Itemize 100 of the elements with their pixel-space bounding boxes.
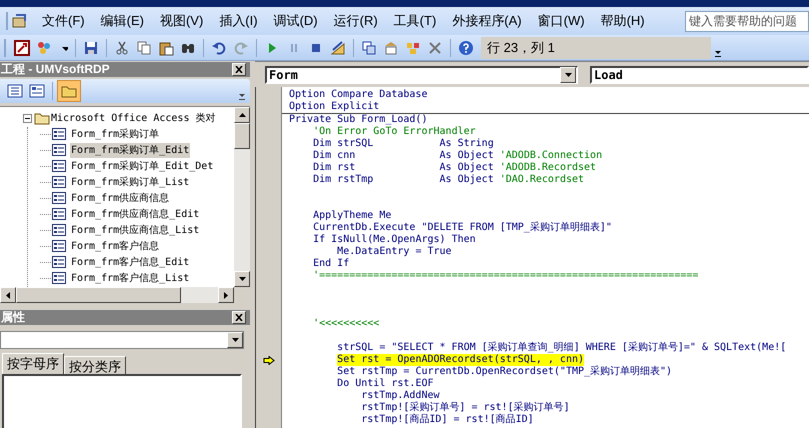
form-icon bbox=[52, 160, 66, 172]
code-line: '<<<<<<<<<< bbox=[313, 318, 380, 330]
code-line: Option Compare Database bbox=[289, 89, 428, 101]
arrow-icon bbox=[238, 113, 246, 117]
scroll-thumb[interactable] bbox=[234, 123, 250, 149]
close-button[interactable] bbox=[232, 311, 246, 324]
code-line: Dim rst As Object 'ADODB.Recordset bbox=[313, 162, 596, 174]
menu-item[interactable]: 视图(V) bbox=[152, 11, 212, 31]
scroll-arrow-button[interactable] bbox=[0, 287, 16, 303]
code-line: Dim rstTmp As Object 'DAO.Recordset bbox=[313, 174, 584, 186]
panel-title: 工程 - UMVsoftRDP bbox=[0, 62, 110, 77]
arrow-icon bbox=[232, 338, 238, 342]
menu-item[interactable]: 外接程序(A) bbox=[444, 11, 530, 31]
menu-item[interactable]: 编辑(E) bbox=[92, 11, 152, 31]
scroll-thumb[interactable] bbox=[16, 287, 181, 303]
cursor-position-text: 行 23，列 1 bbox=[487, 38, 555, 56]
scroll-arrow-button[interactable] bbox=[227, 332, 243, 348]
form-icon bbox=[52, 192, 66, 204]
undo-icon[interactable] bbox=[211, 40, 227, 56]
form-icon bbox=[52, 144, 66, 156]
folder-icon bbox=[34, 112, 50, 124]
tree-item[interactable]: Form_frm供应商信息_Edit bbox=[70, 206, 200, 222]
code-line: Me.DataEntry = True bbox=[337, 246, 452, 258]
code-line: 'On Error GoTo ErrorHandler bbox=[313, 126, 476, 138]
form-icon bbox=[52, 128, 66, 140]
view-object-icon[interactable] bbox=[29, 84, 45, 98]
properties-tab[interactable]: 按分类序 bbox=[64, 356, 126, 374]
help-search-field[interactable]: 键入需要帮助的问题 bbox=[685, 10, 809, 32]
menu-item[interactable]: 工具(T) bbox=[386, 11, 444, 31]
tree-item[interactable]: Form_frm供应商信息 bbox=[70, 190, 170, 206]
tree-item[interactable]: Form_frm采购订单_Edit bbox=[70, 142, 190, 158]
menu-item[interactable]: 文件(F) bbox=[34, 11, 93, 31]
tree-item[interactable]: Form_frm采购订单 bbox=[70, 126, 160, 142]
app-icon[interactable] bbox=[12, 13, 28, 29]
toolbar-options-icon[interactable] bbox=[238, 91, 246, 101]
code-line: Option Explicit bbox=[289, 101, 380, 113]
code-line: End If bbox=[313, 258, 350, 270]
collapse-icon[interactable] bbox=[23, 114, 32, 122]
code-line: ApplyTheme Me bbox=[313, 210, 392, 222]
grip-icon bbox=[6, 12, 9, 30]
menu-item[interactable]: 窗口(W) bbox=[530, 11, 593, 31]
arrow-icon bbox=[224, 292, 228, 298]
form-icon bbox=[52, 240, 66, 252]
code-line: Dim strSQL As String bbox=[313, 138, 494, 150]
menu-item[interactable]: 运行(R) bbox=[326, 11, 386, 31]
tree-item[interactable]: Form_frm采购订单_Edit_Det bbox=[70, 158, 214, 174]
tree-item[interactable]: Form_frm客户信息_Edit bbox=[70, 254, 190, 270]
code-line: Do Until rst.EOF bbox=[337, 378, 434, 390]
code-line: Private Sub Form_Load() bbox=[289, 114, 428, 126]
scroll-arrow-button[interactable] bbox=[218, 287, 234, 303]
close-button[interactable] bbox=[232, 63, 246, 76]
object-combo[interactable]: Form bbox=[265, 66, 578, 84]
menu-item[interactable]: 帮助(H) bbox=[592, 11, 653, 31]
code-line: Dim cnn As Object 'ADODB.Connection bbox=[313, 150, 602, 162]
close-icon bbox=[235, 66, 243, 73]
tree-item[interactable]: Form_frm采购订单_List bbox=[70, 174, 190, 190]
grip-icon bbox=[4, 38, 7, 56]
code-line: '=============================================================== bbox=[313, 270, 698, 282]
form-icon bbox=[52, 176, 66, 188]
project-explorer-icon[interactable] bbox=[361, 40, 377, 56]
scroll-arrow-button[interactable] bbox=[234, 271, 250, 287]
view-code-icon[interactable] bbox=[7, 84, 23, 98]
properties-tab[interactable]: 按字母序 bbox=[2, 353, 64, 374]
form-icon bbox=[52, 272, 66, 284]
arrow-icon bbox=[564, 72, 572, 76]
object-dropdown[interactable] bbox=[0, 331, 244, 349]
cut-icon[interactable] bbox=[114, 40, 130, 56]
code-line: strSQL = "SELECT * FROM [采购订单查询_明细] WHERE [采购订单号]=" & SQLText(Me![ bbox=[337, 342, 786, 354]
tree-item[interactable]: Microsoft Office Access 类对 bbox=[51, 110, 216, 126]
folder-icon bbox=[61, 84, 77, 98]
code-line: If IsNull(Me.OpenArgs) Then bbox=[313, 234, 476, 246]
form-icon bbox=[52, 224, 66, 236]
menu-item[interactable]: 调试(D) bbox=[266, 11, 326, 31]
copy-icon[interactable] bbox=[136, 40, 152, 56]
close-icon bbox=[235, 314, 243, 321]
procedure-combo[interactable]: Load bbox=[590, 66, 809, 84]
arrow-icon bbox=[238, 277, 246, 281]
horizontal-scrollbar[interactable] bbox=[0, 287, 234, 303]
code-line: rstTmp.AddNew bbox=[361, 390, 440, 402]
form-icon bbox=[52, 256, 66, 268]
panel-title: 属性 bbox=[0, 310, 25, 325]
menu-item[interactable]: 插入(I) bbox=[211, 11, 266, 31]
scroll-arrow-button[interactable] bbox=[560, 66, 576, 82]
code-line: rstTmp![采购订单号] = rst![采购订单号] bbox=[361, 402, 570, 414]
form-icon bbox=[52, 208, 66, 220]
tree-item[interactable]: Form_frm客户信息_List bbox=[70, 270, 190, 286]
execution-arrow-icon bbox=[262, 356, 274, 364]
scroll-arrow-button[interactable] bbox=[234, 107, 250, 123]
help-icon[interactable] bbox=[458, 40, 474, 56]
tree-item[interactable]: Form_frm客户信息 bbox=[70, 238, 160, 254]
code-line: rstTmp![商品ID] = rst![商品ID] bbox=[361, 414, 534, 426]
toggle-folders-button[interactable] bbox=[57, 80, 81, 102]
code-line: CurrentDb.Execute "DELETE FROM [TMP_采购订单明细表]" bbox=[313, 222, 612, 234]
arrow-icon bbox=[6, 292, 10, 298]
save-icon[interactable] bbox=[83, 40, 99, 56]
tree-item[interactable]: Form_frm供应商信息_List bbox=[70, 222, 200, 238]
design-mode-icon[interactable] bbox=[330, 40, 346, 56]
vertical-scrollbar[interactable] bbox=[234, 107, 250, 287]
code-line: Set rstTmp = CurrentDb.OpenRecordset("TMP_采购订单明细表") bbox=[337, 366, 672, 378]
paste-icon[interactable] bbox=[158, 40, 174, 56]
